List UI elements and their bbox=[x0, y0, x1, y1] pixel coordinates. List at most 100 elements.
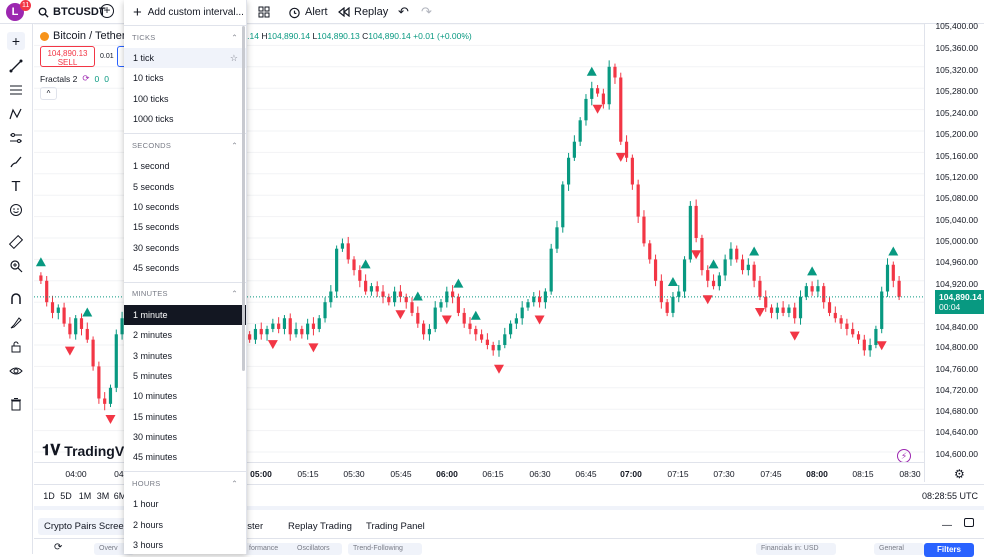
interval-option[interactable]: 3 hours bbox=[124, 535, 246, 554]
symbol-legend[interactable]: Bitcoin / Tether bbox=[40, 30, 126, 42]
trend-line-icon[interactable] bbox=[7, 57, 25, 75]
candle-body bbox=[265, 328, 269, 335]
range-button-3m[interactable]: 3M bbox=[97, 491, 110, 501]
candle-body bbox=[306, 323, 310, 335]
interval-option[interactable]: 45 minutes bbox=[124, 447, 246, 467]
maximize-icon[interactable] bbox=[964, 518, 974, 527]
star-icon[interactable]: ☆ bbox=[230, 53, 238, 64]
magnet-icon[interactable] bbox=[7, 290, 25, 308]
interval-option[interactable]: 10 ticks bbox=[124, 68, 246, 88]
crosshair-icon[interactable]: + bbox=[7, 32, 25, 50]
tab-replay-trading[interactable]: Replay Trading bbox=[282, 518, 358, 535]
flash-icon[interactable]: ⚡ bbox=[897, 449, 911, 463]
lock-icon[interactable] bbox=[7, 338, 25, 356]
candle-body bbox=[103, 398, 107, 404]
candle-body bbox=[503, 334, 507, 345]
section-header-ticks[interactable]: TICKS ⌃ bbox=[124, 26, 246, 48]
candle-body bbox=[856, 334, 861, 340]
trash-icon[interactable] bbox=[7, 395, 25, 413]
interval-option[interactable]: 30 minutes bbox=[124, 427, 246, 447]
settings-gear-icon[interactable]: ⚙ bbox=[954, 467, 965, 481]
redo-button[interactable]: ↷ bbox=[421, 3, 432, 21]
logo-text: TradingVi bbox=[64, 442, 128, 459]
eye-icon[interactable] bbox=[7, 362, 25, 380]
interval-option[interactable]: 5 minutes bbox=[124, 366, 246, 386]
minimize-icon[interactable]: — bbox=[942, 520, 952, 531]
filters-button[interactable]: Filters bbox=[924, 543, 974, 557]
collapse-legend-button[interactable]: ^ bbox=[40, 87, 57, 100]
interval-option[interactable]: 2 minutes bbox=[124, 325, 246, 345]
interval-option[interactable]: 1 minute bbox=[124, 304, 246, 326]
interval-label: 2 hours bbox=[133, 519, 164, 530]
candle-body bbox=[108, 387, 113, 404]
utc-clock[interactable]: 08:28:55 UTC bbox=[922, 491, 978, 501]
symbol-search-button[interactable]: BTCUSDT bbox=[38, 4, 106, 20]
chip-trend-following[interactable]: Trend-Following bbox=[348, 543, 422, 555]
fractals-indicator-legend[interactable]: Fractals 2 ⟳ 0 0 bbox=[40, 73, 109, 84]
refresh-icon[interactable]: ⟳ bbox=[54, 542, 62, 553]
tradingview-logo[interactable]: 𝟏𝐕 TradingVi bbox=[42, 442, 128, 459]
add-custom-interval-button[interactable]: + Add custom interval... bbox=[124, 0, 246, 26]
emoji-icon[interactable] bbox=[7, 201, 25, 219]
undo-button[interactable]: ↶ bbox=[398, 3, 409, 21]
range-button-1d[interactable]: 1D bbox=[43, 491, 55, 501]
financials-currency-select[interactable]: Financials in: USD bbox=[756, 543, 836, 555]
interval-option[interactable]: 2 hours bbox=[124, 515, 246, 535]
text-icon[interactable]: T bbox=[7, 177, 25, 195]
candle-body bbox=[294, 328, 298, 335]
interval-option[interactable]: 1 hour bbox=[124, 494, 246, 514]
interval-option[interactable]: 10 seconds bbox=[124, 197, 246, 217]
interval-option[interactable]: 15 seconds bbox=[124, 217, 246, 237]
price-axis[interactable]: 105,400.00 105,360.00 105,320.00 105,280.00… bbox=[924, 21, 984, 482]
interval-option[interactable]: 45 seconds bbox=[124, 258, 246, 278]
brush-icon[interactable] bbox=[7, 153, 25, 171]
interval-option[interactable]: 1 tick ☆ bbox=[124, 48, 246, 69]
interval-option[interactable]: 100 ticks bbox=[124, 89, 246, 109]
pattern-icon[interactable] bbox=[7, 105, 25, 123]
stay-drawing-icon[interactable] bbox=[7, 314, 25, 332]
alert-button[interactable]: Alert bbox=[288, 3, 328, 21]
interval-label: 5 seconds bbox=[133, 181, 175, 192]
chip-performance[interactable]: formance bbox=[244, 543, 296, 555]
price-axis-label: 105,200.00 bbox=[935, 129, 978, 139]
dropdown-scrollbar[interactable] bbox=[242, 26, 245, 371]
candle-body bbox=[793, 307, 797, 319]
candle-body bbox=[74, 318, 78, 335]
compare-symbol-button[interactable]: + bbox=[100, 4, 114, 18]
candle-body bbox=[659, 280, 663, 303]
candle-body bbox=[897, 280, 901, 297]
tab-trading-panel[interactable]: Trading Panel bbox=[360, 518, 431, 535]
interval-option[interactable]: 3 minutes bbox=[124, 346, 246, 366]
chevron-up-icon: ⌃ bbox=[231, 32, 238, 42]
forecasting-icon[interactable] bbox=[7, 129, 25, 147]
section-header-seconds[interactable]: SECONDS ⌃ bbox=[124, 134, 246, 156]
candle-body bbox=[416, 312, 420, 324]
candle-body bbox=[665, 302, 669, 313]
indicator-value-2: 0 bbox=[104, 73, 109, 84]
section-header-hours[interactable]: HOURS ⌃ bbox=[124, 472, 246, 494]
chip-oscillators[interactable]: Oscillators bbox=[292, 543, 342, 555]
section-header-minutes[interactable]: MINUTES ⌃ bbox=[124, 283, 246, 305]
sell-button[interactable]: 104,890.13 SELL bbox=[40, 46, 95, 67]
general-select[interactable]: General bbox=[874, 543, 924, 555]
range-button-1m[interactable]: 1M bbox=[79, 491, 92, 501]
interval-option[interactable]: 1 second bbox=[124, 156, 246, 176]
candle-body bbox=[595, 88, 600, 94]
candle-body bbox=[636, 184, 640, 217]
candle-body bbox=[85, 328, 89, 340]
interval-option[interactable]: 5 seconds bbox=[124, 176, 246, 196]
layout-button[interactable] bbox=[258, 3, 270, 21]
candle-body bbox=[590, 88, 594, 99]
interval-option[interactable]: 1000 ticks bbox=[124, 109, 246, 129]
interval-option[interactable]: 15 minutes bbox=[124, 406, 246, 426]
zoom-in-icon[interactable] bbox=[7, 257, 25, 275]
interval-label: 45 seconds bbox=[133, 262, 180, 273]
interval-option[interactable]: 30 seconds bbox=[124, 237, 246, 257]
candle-body bbox=[740, 259, 745, 271]
interval-option[interactable]: 10 minutes bbox=[124, 386, 246, 406]
fib-retracement-icon[interactable] bbox=[7, 81, 25, 99]
ruler-icon[interactable] bbox=[7, 233, 25, 251]
candle-body bbox=[288, 318, 292, 335]
range-button-5d[interactable]: 5D bbox=[60, 491, 72, 501]
replay-button[interactable]: Replay bbox=[338, 3, 388, 21]
